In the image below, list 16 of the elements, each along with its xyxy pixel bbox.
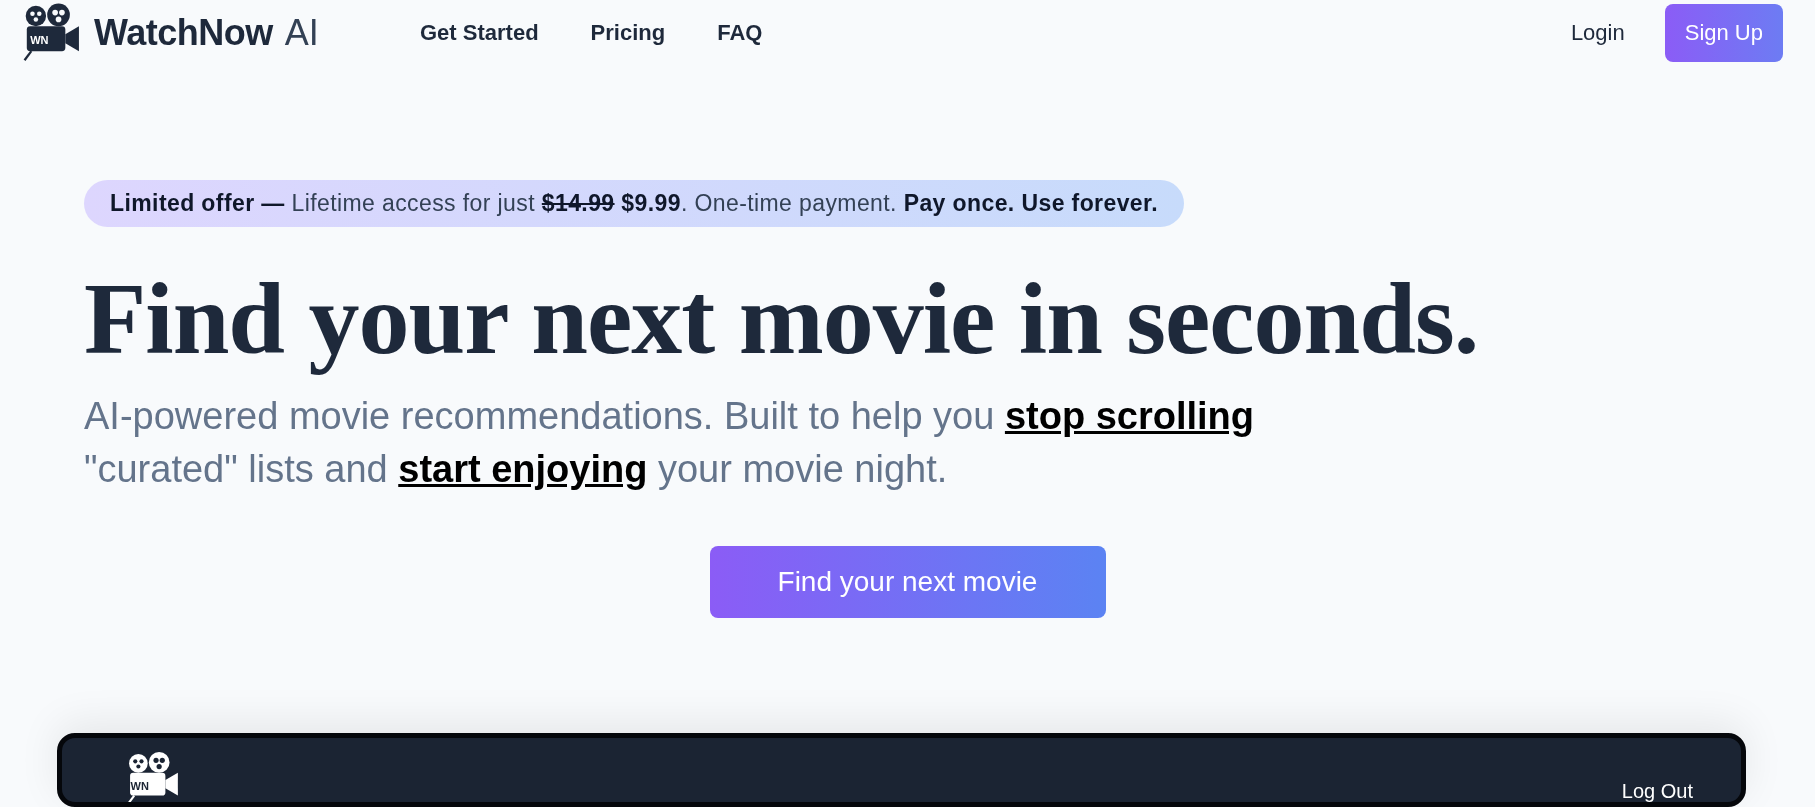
brand-suffix: AI <box>284 12 319 54</box>
brand-name[interactable]: WatchNow <box>94 12 273 54</box>
nav-link[interactable]: Get Started <box>420 20 539 46</box>
find-movie-button[interactable]: Find your next movie <box>709 546 1106 619</box>
nav-link[interactable]: FAQ <box>717 20 763 46</box>
subtitle-link[interactable]: stop scrolling <box>1004 395 1255 438</box>
offer-banner: Limited offer — Lifetime access for just $14.99 $9.99. One-time payment. Pay once. Use forever. <box>84 180 1184 227</box>
nav-link[interactable]: Pricing <box>590 20 666 46</box>
logo-badge-text: WN <box>130 780 149 793</box>
headline: Find your next movie in seconds. <box>84 265 1480 373</box>
sign-up-button[interactable]: Sign Up <box>1664 4 1783 62</box>
login-link[interactable]: Login <box>1570 20 1625 46</box>
subtitle-link[interactable]: start enjoying <box>398 448 648 491</box>
log-out-link[interactable]: Log Out <box>1621 780 1693 802</box>
logo-badge-text: WN <box>30 34 49 47</box>
subtitle: AI-powered movie recommendations. Built to help you stop scrolling "curated" lists and start enjoying your movie night. <box>84 394 1256 493</box>
